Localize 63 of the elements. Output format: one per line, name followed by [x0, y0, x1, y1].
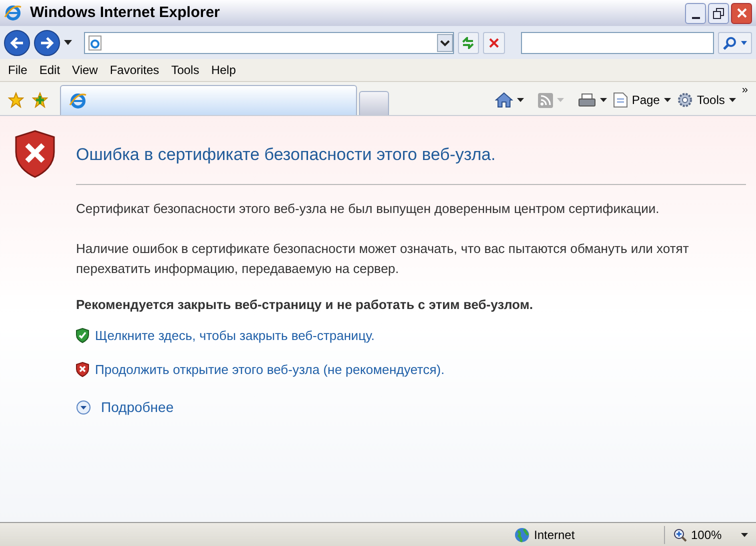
browser-logo-icon	[4, 4, 22, 22]
close-button[interactable]	[731, 2, 752, 24]
caret-icon	[516, 98, 524, 102]
restore-icon	[713, 8, 724, 18]
caret-icon[interactable]	[741, 532, 748, 536]
caret-icon	[741, 40, 748, 44]
menu-item[interactable]: View	[72, 61, 98, 79]
dropdown-icon[interactable]	[436, 34, 452, 52]
feed-icon	[538, 92, 553, 108]
star-icon[interactable]	[8, 92, 24, 108]
printer-icon	[578, 92, 596, 108]
more-info-link[interactable]: Подробнее	[101, 397, 174, 418]
forward-arrow-icon	[40, 36, 54, 48]
forward-button[interactable]	[34, 30, 60, 56]
window-title: Windows Internet Explorer	[30, 2, 220, 23]
menu-item[interactable]: File	[8, 61, 28, 79]
print-button[interactable]	[578, 92, 607, 108]
caret-icon	[556, 98, 564, 102]
tools-menu-button[interactable]: Tools	[676, 91, 736, 109]
browser-logo-icon	[69, 92, 87, 110]
home-button[interactable]	[494, 92, 524, 108]
home-icon	[494, 92, 513, 108]
paragraph: Сертификат безопасности этого веб-узла не был выпущен доверенным центром сертификации.	[76, 200, 660, 218]
refresh-arrows-icon	[461, 36, 476, 48]
link[interactable]: Продолжить открытие этого веб-узла (не рекомендуется).	[95, 360, 444, 379]
close-icon	[736, 8, 746, 18]
zoom-icon	[673, 528, 687, 542]
minimize-button[interactable]	[685, 2, 706, 24]
menu-item[interactable]: Help	[211, 61, 236, 79]
link[interactable]: Щелкните здесь, чтобы закрыть веб-страницу.	[95, 326, 375, 346]
page-menu-button[interactable]: Page	[612, 91, 671, 109]
globe-icon	[514, 526, 530, 542]
back-arrow-icon	[10, 36, 24, 48]
search-button[interactable]	[718, 32, 752, 54]
restore-button[interactable]	[708, 2, 729, 24]
gear-icon	[676, 92, 693, 108]
menu-item[interactable]: Favorites	[110, 61, 160, 79]
refresh-button[interactable]	[458, 32, 480, 54]
paragraph: Наличие ошибок в сертификате безопасности может означать, что вас пытаются обмануть или хотят перехватить информацию, передаваемую на сервер.	[76, 240, 690, 278]
page-icon	[86, 34, 103, 50]
search-icon	[723, 36, 738, 50]
caret-icon	[728, 98, 736, 102]
shield-error-icon	[14, 130, 56, 178]
more-commands-button[interactable]: »	[742, 85, 748, 96]
stop-icon	[489, 38, 500, 48]
security-zone-text: Internet	[534, 526, 575, 544]
back-button[interactable]	[4, 30, 30, 56]
caret-icon	[664, 98, 671, 102]
shield-error-icon	[76, 362, 89, 377]
stop-button[interactable]	[483, 32, 506, 54]
caret-icon	[600, 98, 607, 102]
search-field[interactable]	[521, 32, 714, 54]
recommendation-text: Рекомендуется закрыть веб-страницу и не работать с этим веб-узлом.	[76, 296, 534, 314]
shield-check-icon	[76, 328, 89, 344]
zoom-button[interactable]: 100%	[673, 526, 722, 544]
error-heading: Ошибка в сертификате безопасности этого веб-узла.	[76, 142, 746, 184]
menu-item[interactable]: Edit	[39, 61, 60, 79]
address-field[interactable]	[84, 32, 454, 54]
page-icon	[612, 92, 628, 108]
expand-icon[interactable]	[76, 400, 91, 415]
caret-icon[interactable]	[64, 40, 72, 45]
star-plus-icon[interactable]	[32, 92, 48, 108]
menu-item[interactable]: Tools	[171, 61, 200, 79]
